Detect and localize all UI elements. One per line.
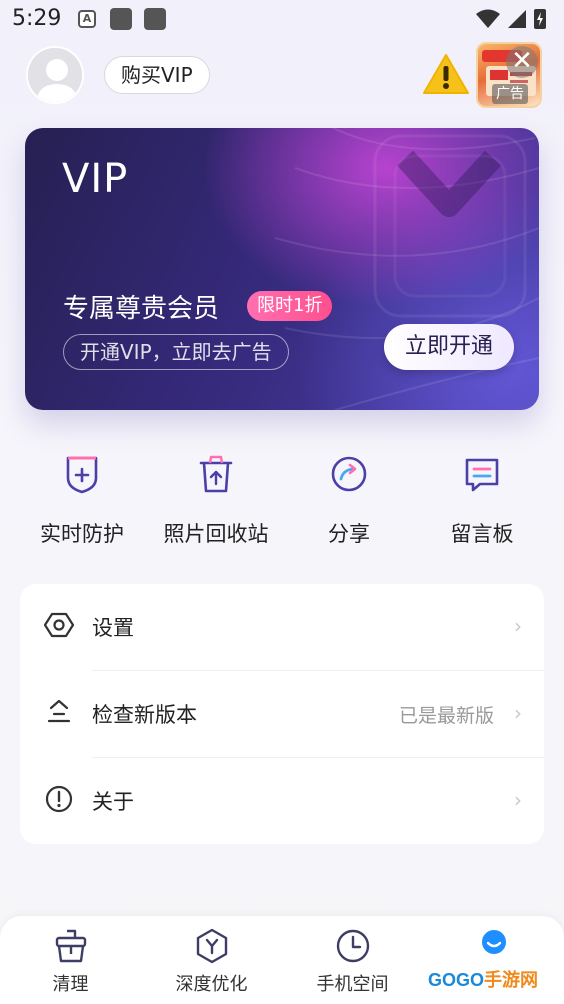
- trash-icon: [199, 455, 233, 493]
- chevron-right-icon: ›: [514, 788, 522, 812]
- ad-close-button[interactable]: ✕: [506, 46, 538, 78]
- settings-list: 设置 › 检查新版本 已是最新版 › 关于 ›: [20, 584, 544, 844]
- vip-headline: 专属尊贵会员: [63, 294, 220, 324]
- warning-icon[interactable]: [422, 52, 470, 96]
- nav-deep-optimize[interactable]: 深度优化: [141, 928, 282, 996]
- status-icons: [476, 9, 546, 29]
- feature-label: 分享: [328, 522, 370, 546]
- user-icon: [28, 48, 82, 102]
- signal-icon: [508, 10, 526, 28]
- notification-icon: [110, 8, 132, 30]
- nav-label: 清理: [52, 974, 89, 995]
- row-label: 设置: [92, 616, 134, 640]
- feature-realtime-protection[interactable]: 实时防护: [17, 452, 147, 552]
- share-icon: [331, 456, 367, 492]
- nav-phone-storage[interactable]: 手机空间: [282, 928, 423, 996]
- open-vip-button[interactable]: 立即开通: [384, 324, 514, 370]
- status-bar: 5:29 A: [0, 0, 564, 40]
- nav-label: 手机空间: [316, 974, 389, 995]
- profile-dot-icon: [481, 930, 506, 954]
- wifi-icon: [476, 9, 500, 28]
- nav-profile[interactable]: [423, 928, 564, 970]
- vip-title: VIP: [62, 156, 129, 202]
- settings-row-check-update[interactable]: 检查新版本 已是最新版 ›: [20, 671, 544, 757]
- feature-label: 实时防护: [40, 522, 124, 546]
- notification-a-icon: A: [78, 10, 96, 28]
- watermark-logo: GOGO手游网: [428, 966, 538, 996]
- vip-card[interactable]: VIP 专属尊贵会员 限时1折 开通VIP，立即去广告 立即开通: [25, 128, 539, 410]
- row-label: 关于: [92, 790, 134, 814]
- storage-clock-icon: [336, 929, 369, 963]
- ad-label: 广告: [492, 84, 528, 104]
- watermark-part1: GOGO: [428, 970, 485, 990]
- update-icon: [47, 699, 71, 723]
- feature-label: 照片回收站: [163, 522, 269, 546]
- settings-hex-icon: [44, 612, 74, 638]
- watermark-part2: 手游网: [484, 970, 539, 990]
- row-label: 检查新版本: [92, 703, 197, 727]
- info-icon: [45, 785, 73, 813]
- status-time: 5:29: [12, 6, 62, 31]
- deep-optimize-icon: [196, 928, 227, 964]
- shield-plus-icon: [66, 456, 98, 494]
- promo-badge: 限时1折: [247, 291, 333, 321]
- avatar[interactable]: [26, 46, 84, 104]
- settings-row-settings[interactable]: 设置 ›: [20, 584, 544, 670]
- settings-row-about[interactable]: 关于 ›: [20, 758, 544, 844]
- feature-share[interactable]: 分享: [284, 452, 414, 552]
- feature-photo-recycle[interactable]: 照片回收站: [151, 452, 281, 552]
- vip-subtitle: 开通VIP，立即去广告: [63, 334, 289, 370]
- nav-label: 深度优化: [175, 974, 248, 995]
- feature-message-board[interactable]: 留言板: [417, 452, 547, 552]
- chevron-right-icon: ›: [514, 614, 522, 638]
- chevron-right-icon: ›: [514, 701, 522, 725]
- nav-cleanup[interactable]: 清理: [0, 928, 141, 996]
- feature-label: 留言板: [450, 522, 514, 546]
- update-status: 已是最新版: [398, 705, 494, 727]
- cleanup-icon: [55, 929, 86, 963]
- message-board-icon: [465, 458, 499, 492]
- buy-vip-button[interactable]: 购买VIP: [104, 56, 210, 94]
- notification-icon: [144, 8, 166, 30]
